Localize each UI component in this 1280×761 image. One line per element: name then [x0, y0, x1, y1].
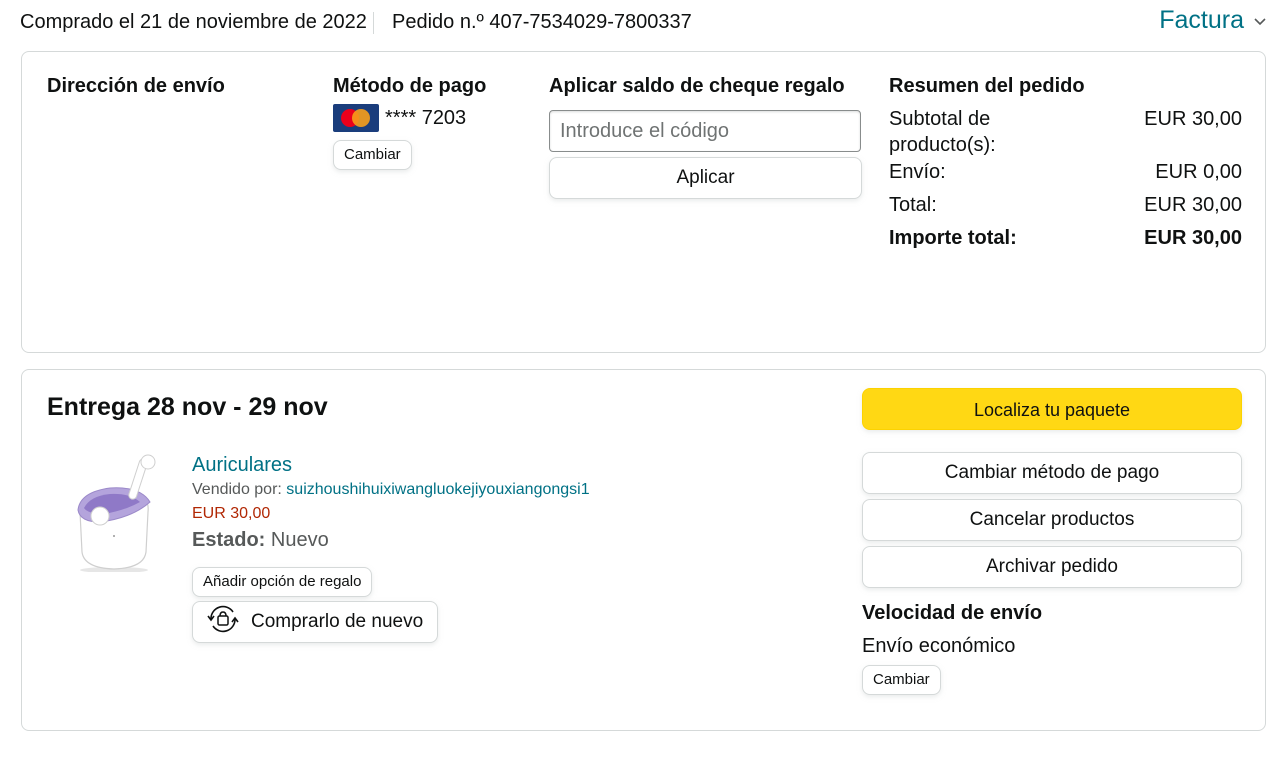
delivery-card: Entrega 28 nov - 29 nov Auriculares Vend… [21, 369, 1266, 731]
summary-label: Total: [889, 194, 937, 216]
summary-value: EUR 30,00 [1144, 194, 1242, 216]
condition-value: Nuevo [270, 529, 329, 551]
summary-label: Envío: [889, 161, 946, 183]
header-divider [373, 12, 374, 34]
product-info: Auriculares Vendido por: suizhoushihuixi… [192, 452, 832, 554]
change-payment-button[interactable]: Cambiar [333, 140, 412, 170]
order-summary: Subtotal de producto(s): EUR 30,00 Envío… [889, 106, 1242, 258]
buy-again-icon [205, 603, 241, 641]
card-masked-number: **** 7203 [385, 106, 467, 129]
buy-again-label: Comprarlo de nuevo [251, 611, 424, 632]
order-summary-heading: Resumen del pedido [889, 75, 1085, 97]
summary-value: EUR 30,00 [1144, 227, 1242, 249]
add-gift-option-button[interactable]: Añadir opción de regalo [192, 567, 373, 597]
product-price: EUR 30,00 [192, 505, 271, 522]
summary-row-total: Total: EUR 30,00 [889, 192, 1242, 218]
mastercard-icon [333, 104, 379, 132]
summary-value: EUR 0,00 [1155, 161, 1242, 183]
track-package-button[interactable]: Localiza tu paquete [862, 388, 1242, 430]
summary-label: Subtotal de producto(s): [889, 108, 996, 156]
delivery-date-title: Entrega 28 nov - 29 nov [47, 393, 328, 421]
condition-label: Estado: [192, 529, 266, 551]
product-image[interactable] [70, 452, 166, 573]
change-shipping-speed-button[interactable]: Cambiar [862, 665, 941, 695]
seller-prefix: Vendido por: [192, 481, 287, 498]
shipping-speed-value: Envío económico [862, 635, 1016, 657]
seller-line: Vendido por: suizhoushihuixiwangluokejiy… [192, 478, 832, 502]
payment-card-row: **** 7203 [333, 104, 466, 132]
gift-card-heading: Aplicar saldo de cheque regalo [549, 75, 845, 97]
order-number: Pedido n.º 407-7534029-7800337 [392, 11, 692, 33]
chevron-down-icon [1254, 8, 1266, 36]
order-details-card: Dirección de envío Método de pago **** 7… [21, 51, 1266, 353]
summary-row-grand-total: Importe total: EUR 30,00 [889, 225, 1242, 251]
order-header: Comprado el 21 de noviembre de 2022 Pedi… [20, 6, 1270, 38]
gift-code-input[interactable] [549, 110, 861, 152]
shipping-speed-heading: Velocidad de envío [862, 602, 1043, 624]
buy-again-button[interactable]: Comprarlo de nuevo [192, 601, 439, 643]
archive-order-button[interactable]: Archivar pedido [862, 546, 1242, 588]
invoice-label: Factura [1159, 6, 1244, 34]
summary-row-shipping: Envío: EUR 0,00 [889, 159, 1242, 185]
purchase-date: Comprado el 21 de noviembre de 2022 [20, 11, 367, 33]
apply-gift-button[interactable]: Aplicar [549, 157, 862, 199]
seller-link[interactable]: suizhoushihuixiwangluokejiyouxiangongsi1 [286, 481, 589, 498]
cancel-items-button[interactable]: Cancelar productos [862, 499, 1242, 541]
product-title-link[interactable]: Auriculares [192, 452, 832, 478]
shipping-address-heading: Dirección de envío [47, 75, 225, 97]
summary-value: EUR 30,00 [1144, 108, 1242, 130]
payment-method-heading: Método de pago [333, 75, 487, 97]
summary-row-subtotal: Subtotal de producto(s): EUR 30,00 [889, 106, 1242, 158]
invoice-dropdown[interactable]: Factura [1159, 4, 1266, 36]
summary-label: Importe total: [889, 227, 1017, 249]
product-condition: Estado: Nuevo [192, 526, 832, 554]
change-payment-method-button[interactable]: Cambiar método de pago [862, 452, 1242, 494]
